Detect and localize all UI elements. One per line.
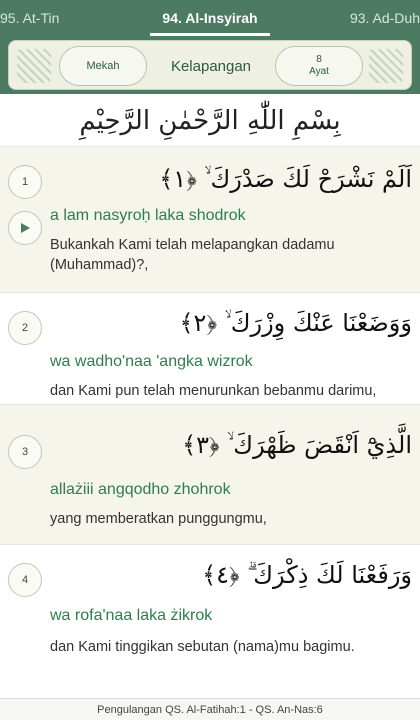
verse-number-badge: 1: [8, 165, 42, 199]
revelation-place-label: Mekah: [86, 60, 120, 72]
verse-arabic: اَلَمْ نَشْرَحْ لَكَ صَدْرَكَ ۙ ﴿١﴾: [159, 165, 412, 193]
verse-number: 3: [21, 446, 29, 458]
verse-translation: yang memberatkan punggungmu,: [50, 511, 267, 527]
surah-info-card: Mekah Kelapangan 8 Ayat: [8, 40, 412, 90]
ornament-left-icon: [17, 49, 51, 83]
verse-latin: a lam nasyroḥ laka shodrok: [50, 207, 246, 224]
ayat-count-number: 8: [316, 54, 322, 65]
verse-number: 2: [21, 322, 29, 334]
verse-item[interactable]: 2 وَوَضَعْنَا عَنْكَ وِزْرَكَ ۙ ﴿٢﴾ wa w…: [0, 292, 420, 404]
verse-number-badge: 3: [8, 435, 42, 469]
verse-number-badge: 2: [8, 311, 42, 345]
surah-meaning: Kelapangan: [149, 46, 273, 86]
ornament-right-icon: [369, 49, 403, 83]
verse-arabic: الَّذِيْٓ اَنْقَضَ ظَهْرَكَ ۙ ﴿٣﴾: [182, 431, 412, 459]
verse-translation: Bukankah Kami telah melapangkan dadamu (…: [50, 237, 335, 273]
verse-number: 4: [21, 574, 29, 586]
ayat-count-label: Ayat: [309, 66, 329, 77]
repeat-range-footer[interactable]: Pengulangan QS. Al-Fatihah:1 - QS. An-Na…: [0, 698, 420, 720]
tab-next-surah[interactable]: 93. Ad-Duh: [350, 0, 420, 36]
bismillah-text: بِسْمِ اللّٰهِ الرَّحْمٰنِ الرَّحِيْمِ: [79, 106, 341, 136]
verse-item[interactable]: 3 الَّذِيْٓ اَنْقَضَ ظَهْرَكَ ۙ ﴿٣﴾ alla…: [0, 404, 420, 544]
verse-latin: allażiii angqodho zhohrok: [50, 481, 231, 498]
verse-number-badge: 4: [8, 563, 42, 597]
play-button[interactable]: [8, 211, 42, 245]
verse-arabic: وَوَضَعْنَا عَنْكَ وِزْرَكَ ۙ ﴿٢﴾: [179, 309, 412, 337]
surah-tabs: 95. At-Tin 94. Al-Insyirah 93. Ad-Duh: [0, 0, 420, 36]
verse-arabic: وَرَفَعْنَا لَكَ ذِكْرَكَ ۗ ﴿٤﴾: [202, 561, 412, 589]
surah-meaning-label: Kelapangan: [170, 57, 252, 75]
verse-number: 1: [21, 176, 29, 188]
ayat-count: 8 Ayat: [275, 46, 363, 86]
play-icon: [21, 223, 30, 233]
revelation-place: Mekah: [59, 46, 147, 86]
verse-latin: wa wadho'naa 'angka wizrok: [50, 353, 253, 370]
footer-label: Pengulangan QS. Al-Fatihah:1 - QS. An-Na…: [97, 704, 323, 716]
bismillah: بِسْمِ اللّٰهِ الرَّحْمٰنِ الرَّحِيْمِ: [0, 96, 420, 146]
verse-item[interactable]: 4 وَرَفَعْنَا لَكَ ذِكْرَكَ ۗ ﴿٤﴾ wa rof…: [0, 544, 420, 688]
verse-item[interactable]: 1 اَلَمْ نَشْرَحْ لَكَ صَدْرَكَ ۙ ﴿١﴾ a …: [0, 146, 420, 292]
verse-translation: dan Kami pun telah menurunkan bebanmu da…: [50, 383, 377, 399]
verse-latin: wa rofa'naa laka żikrok: [50, 607, 213, 624]
verse-translation: dan Kami tinggikan sebutan (nama)mu bagi…: [50, 639, 355, 655]
